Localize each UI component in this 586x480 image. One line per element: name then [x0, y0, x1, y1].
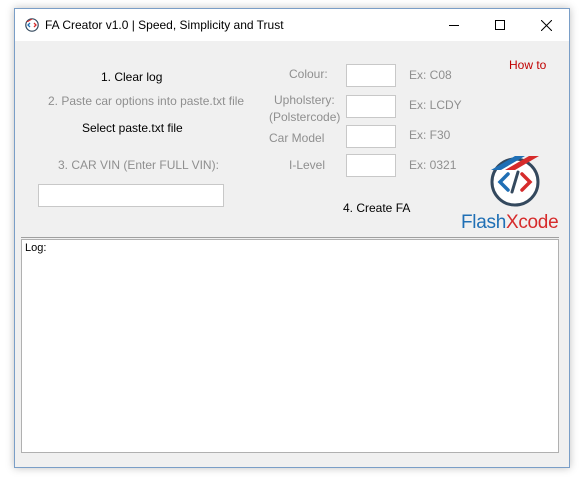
howto-link[interactable]: How to	[509, 58, 546, 72]
vin-label: 3. CAR VIN (Enter FULL VIN):	[58, 158, 219, 172]
car-model-example: Ex: F30	[409, 128, 451, 142]
upholstery-sublabel: (Polstercode)	[269, 110, 341, 124]
logo-text-code: code	[518, 212, 559, 233]
car-model-input[interactable]	[346, 125, 396, 148]
select-file-button[interactable]: Select paste.txt file	[82, 121, 183, 135]
paste-instruction-label: 2. Paste car options into paste.txt file	[48, 94, 245, 108]
ilevel-label: I-Level	[289, 158, 326, 172]
title-bar[interactable]: FA Creator v1.0 | Speed, Simplicity and …	[15, 9, 569, 41]
log-label: Log:	[25, 242, 47, 254]
separator	[21, 237, 559, 238]
create-fa-button[interactable]: 4. Create FA	[343, 201, 410, 215]
ilevel-input[interactable]	[346, 154, 396, 177]
close-icon	[540, 19, 552, 31]
upholstery-input[interactable]	[346, 95, 396, 118]
colour-label: Colour:	[289, 67, 328, 81]
window-title: FA Creator v1.0 | Speed, Simplicity and …	[45, 18, 284, 32]
car-model-label: Car Model	[269, 131, 325, 145]
app-window: FA Creator v1.0 | Speed, Simplicity and …	[14, 8, 570, 468]
logo-text-x: X	[505, 212, 519, 233]
flashxcode-logo-icon	[490, 156, 540, 207]
ilevel-example: Ex: 0321	[409, 158, 457, 172]
close-button[interactable]	[523, 9, 569, 41]
app-icon	[25, 18, 39, 32]
clear-log-button[interactable]: 1. Clear log	[101, 70, 162, 84]
upholstery-label: Upholstery:	[274, 93, 335, 107]
minimize-button[interactable]	[431, 9, 477, 41]
flashxcode-logo-text: FlashXcode	[461, 212, 559, 234]
vin-input[interactable]	[38, 184, 224, 207]
minimize-icon	[449, 25, 459, 26]
upholstery-example: Ex: LCDY	[409, 98, 462, 112]
maximize-button[interactable]	[477, 9, 523, 41]
colour-example: Ex: C08	[409, 68, 452, 82]
colour-input[interactable]	[346, 64, 396, 87]
logo-text-flash: Flash	[461, 212, 506, 233]
log-textarea[interactable]: Log:	[21, 239, 559, 453]
maximize-icon	[495, 20, 505, 30]
